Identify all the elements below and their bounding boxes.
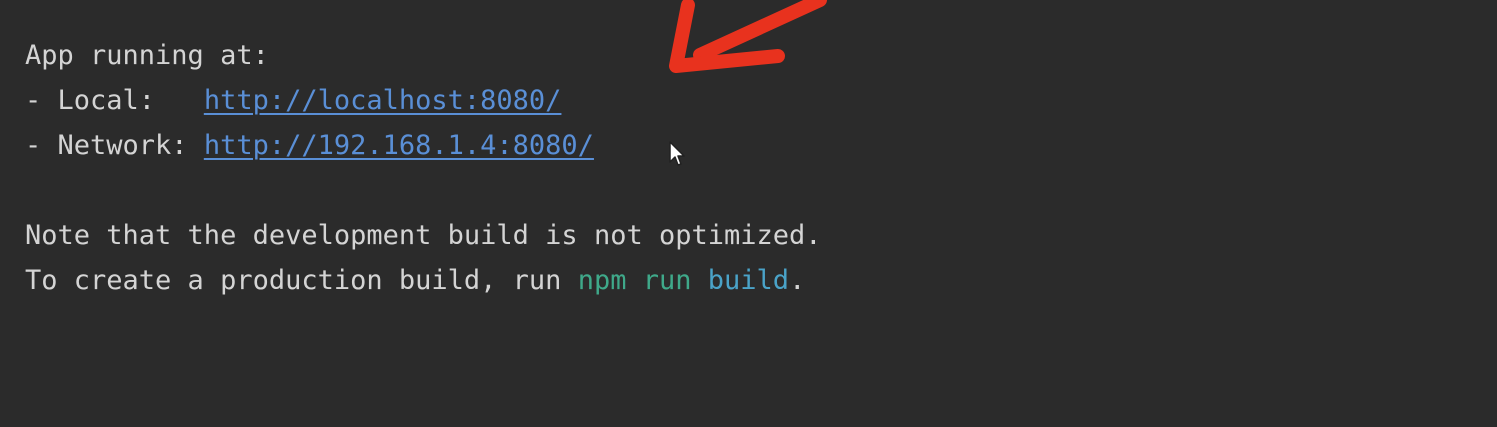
local-url-line: - Local: http://localhost:8080/ [25, 83, 561, 119]
command-npm: npm [577, 265, 627, 296]
command-run: run [642, 265, 692, 296]
terminal-output: App running at: - Local: http://localhos… [0, 0, 1497, 427]
production-hint-text: To create a production build, run [25, 265, 578, 296]
app-running-line: App running at: [25, 38, 269, 74]
command-build: build [707, 265, 790, 296]
production-hint-line: To create a production build, run npm ru… [25, 263, 805, 299]
local-label: - Local: [25, 85, 204, 116]
note-line: Note that the development build is not o… [25, 218, 822, 254]
note-text: Note that the development build is not o… [25, 220, 822, 251]
production-hint-period: . [789, 265, 806, 296]
app-running-text: App running at: [25, 40, 269, 71]
network-url-line: - Network: http://192.168.1.4:8080/ [25, 128, 594, 164]
network-url-link[interactable]: http://192.168.1.4:8080/ [204, 130, 594, 161]
network-label: - Network: [25, 130, 204, 161]
mouse-cursor-icon [669, 141, 685, 166]
red-arrow-icon [669, 0, 827, 73]
local-url-link[interactable]: http://localhost:8080/ [204, 85, 562, 116]
